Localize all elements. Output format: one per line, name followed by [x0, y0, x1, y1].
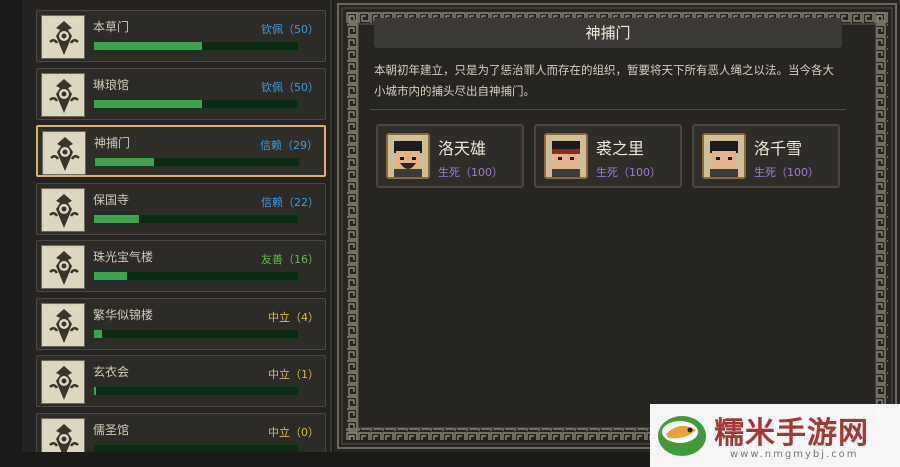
- reputation-bar: [94, 157, 300, 167]
- reputation-bar-fill: [94, 329, 102, 338]
- faction-emblem-icon: [41, 417, 85, 452]
- faction-item[interactable]: 保国寺 信赖（22）: [36, 182, 326, 235]
- faction-emblem-icon: [41, 302, 85, 347]
- reputation-bar-fill: [94, 42, 202, 50]
- faction-name: 玄衣会: [93, 365, 130, 379]
- faction-relation-status: 中立（0）: [268, 425, 319, 439]
- reputation-bar: [93, 98, 299, 109]
- faction-item[interactable]: 繁华似锦楼 中立（4）: [36, 297, 326, 350]
- faction-emblem-icon: [42, 131, 86, 175]
- capped-man-portrait: [544, 133, 588, 179]
- reputation-bar: [93, 328, 299, 339]
- reputation-bar: [93, 386, 299, 396]
- faction-name: 保国寺: [93, 192, 130, 207]
- member-relation-status: 生死（100）: [754, 166, 819, 179]
- faction-item[interactable]: 本草门 钦佩（50）: [36, 10, 326, 62]
- watermark-url: www.nmgmybj.com: [730, 449, 859, 460]
- member-name: 裘之里: [596, 139, 645, 158]
- faction-relation-status: 钦佩（50）: [261, 23, 319, 36]
- faction-emblem-icon: [41, 15, 85, 59]
- member-card[interactable]: 洛天雄生死（100）: [376, 124, 524, 188]
- faction-emblem-icon: [41, 72, 85, 117]
- watermark-logo-icon: [658, 416, 706, 456]
- faction-item[interactable]: 珠光宝气楼 友善（16）: [36, 240, 326, 292]
- reputation-bar-fill: [95, 158, 154, 166]
- bearded-man-portrait: [386, 133, 430, 179]
- faction-name: 琳琅馆: [93, 77, 130, 92]
- faction-name: 神捕门: [94, 136, 131, 150]
- divider: [370, 109, 846, 110]
- faction-emblem-icon: [41, 187, 85, 232]
- faction-item[interactable]: 儒圣馆 中立（0）: [36, 412, 326, 452]
- faction-relation-status: 信赖（29）: [260, 139, 318, 152]
- member-card[interactable]: 裘之里生死（100）: [534, 124, 682, 188]
- watermark: 糯米手游网 www.nmgmybj.com: [650, 404, 900, 467]
- reputation-bar-fill: [94, 214, 139, 223]
- reputation-bar-fill: [94, 99, 202, 108]
- reputation-bar: [93, 213, 299, 224]
- faction-title: 神捕门: [374, 18, 842, 48]
- faction-description: 本朝初年建立，只是为了惩治罪人而存在的组织，暂要将天下所有恶人绳之以法。当今各大…: [374, 63, 834, 98]
- reputation-bar: [93, 271, 299, 281]
- faction-name: 珠光宝气楼: [93, 250, 154, 264]
- faction-emblem-icon: [41, 360, 85, 404]
- faction-list-panel: 本草门 钦佩（50） 琳琅馆 钦佩（50） 神捕门 信赖（29） 保国寺 信赖（22） 珠光宝气…: [22, 0, 332, 452]
- reputation-bar-fill: [94, 387, 96, 395]
- faction-item[interactable]: 玄衣会 中立（1）: [36, 355, 326, 407]
- faction-detail-panel: 神捕门 本朝初年建立，只是为了惩治罪人而存在的组织，暂要将天下所有恶人绳之以法。…: [334, 0, 900, 452]
- faction-item[interactable]: 琳琅馆 钦佩（50）: [36, 67, 326, 120]
- faction-relation-status: 信赖（22）: [261, 195, 319, 209]
- faction-name: 儒圣馆: [93, 422, 130, 437]
- faction-name: 繁华似锦楼: [93, 307, 154, 322]
- member-card[interactable]: 洛千雪生死（100）: [692, 124, 840, 188]
- faction-item[interactable]: 神捕门 信赖（29）: [36, 125, 326, 177]
- member-name: 洛天雄: [438, 139, 487, 158]
- reputation-bar: [93, 41, 299, 51]
- faction-name: 本草门: [93, 20, 130, 34]
- member-relation-status: 生死（100）: [596, 166, 661, 179]
- faction-relation-status: 中立（1）: [268, 368, 319, 381]
- faction-relation-status: 友善（16）: [261, 253, 319, 266]
- faction-emblem-icon: [41, 245, 85, 289]
- faction-relation-status: 钦佩（50）: [261, 80, 319, 94]
- member-relation-status: 生死（100）: [438, 166, 503, 179]
- watermark-text: 糯米手游网: [714, 416, 869, 451]
- member-name: 洛千雪: [754, 139, 803, 158]
- reputation-bar: [93, 443, 299, 452]
- young-man-portrait: [702, 133, 746, 179]
- reputation-bar-fill: [94, 272, 127, 280]
- faction-relation-status: 中立（4）: [268, 310, 319, 324]
